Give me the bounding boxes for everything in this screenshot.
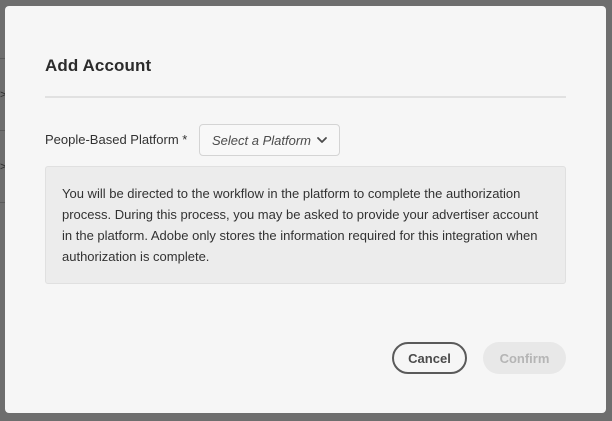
platform-field-label: People-Based Platform * [45,132,188,147]
cancel-button[interactable]: Cancel [392,342,467,374]
platform-select[interactable]: Select a Platform [199,124,340,156]
dialog-header-divider [45,96,566,98]
dialog-title: Add Account [45,56,152,75]
chevron-down-icon [317,137,327,143]
add-account-dialog: Add Account People-Based Platform * Sele… [5,6,606,413]
platform-select-placeholder: Select a Platform [212,133,311,148]
confirm-button[interactable]: Confirm [483,342,566,374]
authorization-info-text: You will be directed to the workflow in … [62,186,539,264]
authorization-info-box: You will be directed to the workflow in … [45,166,566,284]
